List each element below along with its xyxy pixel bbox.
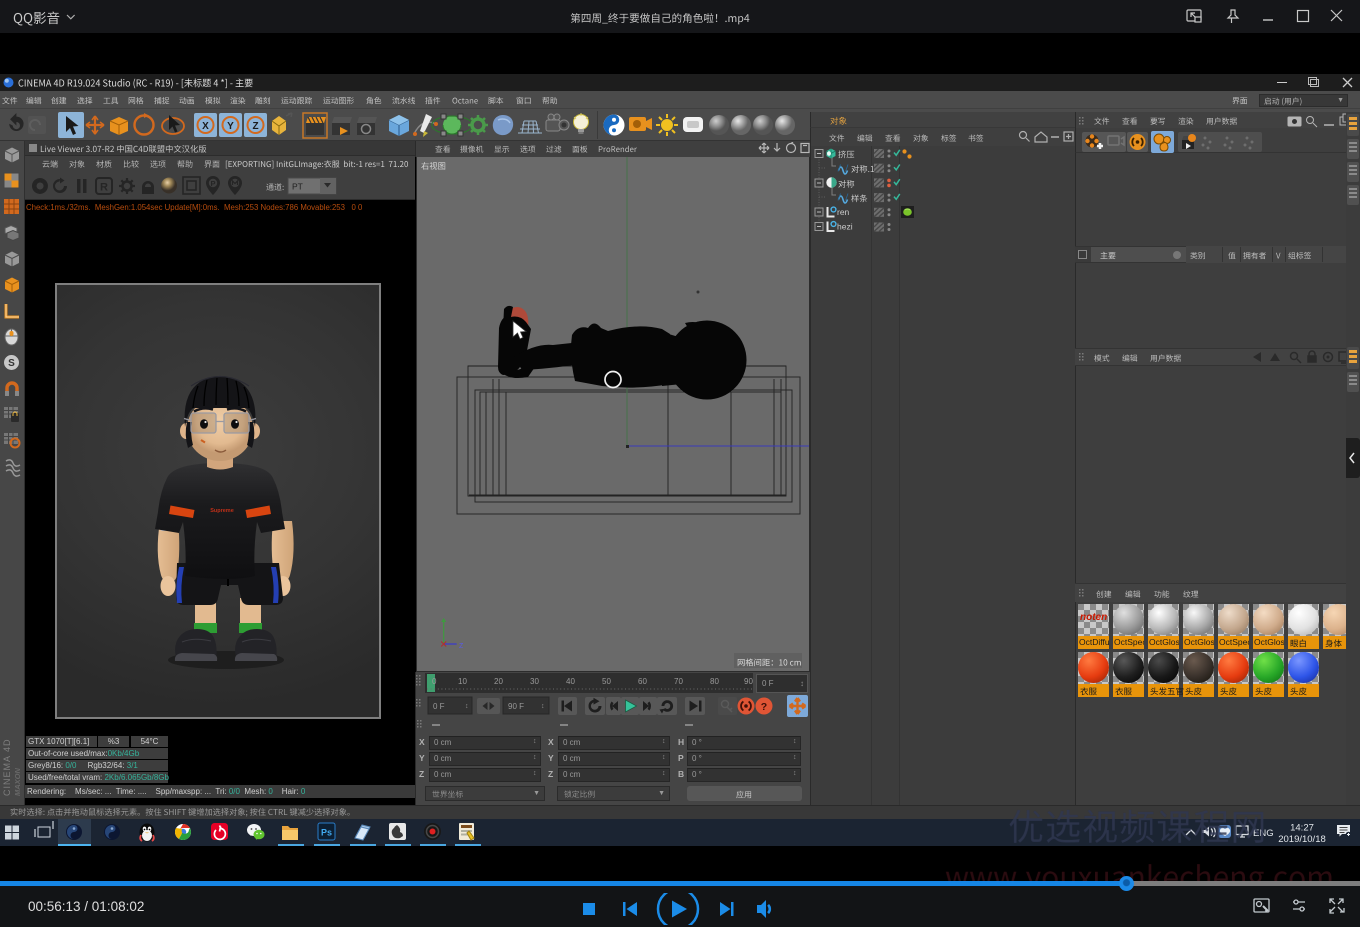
svg-text:40: 40 <box>566 677 575 686</box>
svg-text:Ps: Ps <box>321 828 332 838</box>
svg-text:Z: Z <box>252 121 258 132</box>
svg-text:90 F: 90 F <box>508 702 524 711</box>
svg-text:ren: ren <box>837 207 850 217</box>
svg-text:P: P <box>210 179 215 188</box>
svg-text:60: 60 <box>638 677 647 686</box>
svg-text:hezi: hezi <box>837 222 853 232</box>
svg-text:14:27: 14:27 <box>1290 823 1314 834</box>
svg-text:30: 30 <box>530 677 539 686</box>
svg-text:X: X <box>202 121 209 132</box>
svg-text:S: S <box>8 358 15 369</box>
svg-text:2019/10/18: 2019/10/18 <box>1278 834 1326 845</box>
svg-text:20: 20 <box>494 677 503 686</box>
svg-text:0: 0 <box>432 677 437 686</box>
svg-text:Y: Y <box>227 121 234 132</box>
svg-text:↕: ↕ <box>541 703 545 710</box>
svg-text:90: 90 <box>744 677 753 686</box>
svg-text:CINEMA 4D: CINEMA 4D <box>2 738 12 796</box>
svg-text:10: 10 <box>458 677 467 686</box>
svg-text:Supreme: Supreme <box>210 508 234 514</box>
svg-text:↕: ↕ <box>465 703 469 710</box>
svg-text:70: 70 <box>674 677 683 686</box>
svg-text:80: 80 <box>710 677 719 686</box>
svg-text:Z: Z <box>459 643 464 650</box>
svg-text:R: R <box>100 182 108 194</box>
svg-text:ENG: ENG <box>1253 828 1274 839</box>
svg-text:MAXON: MAXON <box>13 768 22 797</box>
svg-text:PT: PT <box>292 182 303 192</box>
svg-text:0 F: 0 F <box>433 702 445 711</box>
svg-text:50: 50 <box>602 677 611 686</box>
svg-text:?: ? <box>761 701 767 713</box>
